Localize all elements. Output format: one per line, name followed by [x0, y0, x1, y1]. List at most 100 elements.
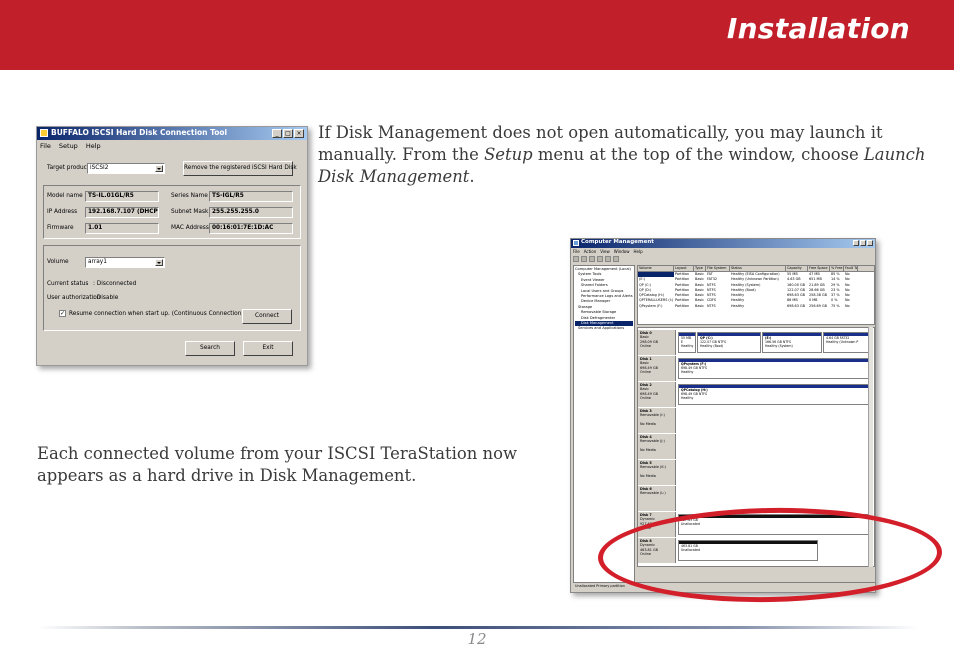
cell: NTFS — [707, 303, 716, 308]
target-product-select[interactable]: iSCSI2 — [87, 163, 165, 174]
cell: No — [845, 303, 850, 308]
disk-state: Online — [640, 370, 651, 375]
disk-state: No Media — [640, 474, 656, 479]
chevron-down-icon[interactable] — [155, 165, 163, 172]
dm-title-bar: Computer Management — [571, 239, 875, 248]
partition[interactable]: 4.64 GB FAT32 Healthy (Unknown P — [823, 332, 869, 353]
col-capacity[interactable]: Capacity — [786, 266, 808, 271]
close-icon[interactable] — [867, 240, 873, 246]
col-fault-tolerance[interactable]: Fault To — [844, 266, 858, 271]
col-status[interactable]: Status — [730, 266, 786, 271]
dm-menu-view[interactable]: View — [600, 249, 610, 254]
maximize-icon[interactable] — [860, 240, 866, 246]
dm-menu-file[interactable]: File — [573, 249, 580, 254]
instruction-paragraph: If Disk Management does not open automat… — [318, 122, 928, 188]
model-name-value: TS-IL.01GL/R5 — [85, 191, 159, 202]
disk-row-4[interactable]: Disk 4 Removable (J:) No Media — [638, 434, 870, 459]
page-number: 12 — [467, 630, 487, 648]
forward-icon[interactable] — [581, 256, 587, 262]
maximize-icon[interactable]: □ — [283, 129, 293, 138]
menu-setup[interactable]: Setup — [59, 142, 78, 150]
disk-row-5[interactable]: Disk 5 Removable (K:) No Media — [638, 460, 870, 485]
dm-menu-help[interactable]: Help — [634, 249, 643, 254]
disk-row-3[interactable]: Disk 3 Removable (I:) No Media — [638, 408, 870, 433]
up-icon[interactable] — [589, 256, 595, 262]
col-layout[interactable]: Layout — [674, 266, 694, 271]
firmware-value: 1.01 — [85, 223, 159, 234]
disk-state: Online — [640, 344, 651, 349]
menu-file[interactable]: File — [40, 142, 51, 150]
disk-type: Removable (K:) — [640, 465, 667, 470]
partition[interactable]: QPCatalog (H:) 698.49 GB NTFS Healthy — [678, 384, 869, 405]
partition[interactable]: 55 MB E Healthy — [678, 332, 696, 353]
properties-icon[interactable] — [597, 256, 603, 262]
ip-address-label: IP Address — [47, 209, 78, 215]
search-button[interactable]: Search — [185, 341, 235, 356]
cell: 75 % — [831, 303, 840, 308]
dm-menu-window[interactable]: Window — [614, 249, 630, 254]
partition[interactable]: QPsystem (F:) 698.49 GB NTFS Healthy — [678, 358, 869, 379]
dm-menubar: File Action View Window Help — [573, 249, 643, 254]
col-type[interactable]: Type — [694, 266, 706, 271]
dm-title: Computer Management — [581, 239, 654, 245]
subnet-mask-label: Subnet Mask — [171, 209, 209, 215]
buffalo-app-icon — [40, 129, 48, 137]
disk-label: Disk 5 Removable (K:) No Media — [638, 460, 676, 485]
back-icon[interactable] — [573, 256, 579, 262]
disk-row-6[interactable]: Disk 6 Removable (L:) — [638, 486, 870, 511]
disk-label: Disk 1 Basic 698.49 GB Online — [638, 356, 676, 381]
resume-connection-checkbox[interactable]: ✓ — [59, 310, 66, 317]
volume-value: array1 — [88, 259, 107, 265]
volume-paragraph: Each connected volume from your ISCSI Te… — [37, 444, 517, 485]
disk-label: Disk 6 Removable (L:) — [638, 486, 676, 511]
setup-menu-reference: Setup — [484, 145, 533, 164]
target-product-label: Target product — [47, 165, 90, 171]
partition[interactable]: QP (C:) 122.07 GB NTFS Healthy (Boot) — [697, 332, 761, 353]
col-volume[interactable]: Volume — [638, 266, 674, 271]
current-status-value: : Disconnected — [93, 281, 137, 287]
disk-type: Removable (I:) — [640, 413, 665, 418]
disk-row-1[interactable]: Disk 1 Basic 698.49 GB Online QPsystem (F:)… — [638, 356, 870, 381]
disk-row-2[interactable]: Disk 2 Basic 698.49 GB Online QPCatalog (H:… — [638, 382, 870, 407]
part-status: Healthy — [681, 370, 694, 374]
minimize-icon[interactable]: _ — [272, 129, 282, 138]
disk-size: 698.49 GB — [640, 391, 658, 396]
connect-button[interactable]: Connect — [242, 309, 292, 324]
volume-label: Volume — [47, 259, 69, 265]
tree-item[interactable]: Services and Applications — [575, 326, 633, 331]
help-icon[interactable] — [605, 256, 611, 262]
disk-row-0[interactable]: Disk 0 Basic 298.09 GB Online 55 MB E Health… — [638, 330, 870, 355]
chevron-down-icon[interactable] — [155, 259, 163, 266]
exit-button[interactable]: Exit — [243, 341, 293, 356]
disk-state: No Media — [640, 422, 656, 427]
part-status: Healthy (Unknown P — [826, 340, 859, 344]
volume-select[interactable]: array1 — [85, 257, 165, 268]
dialog-title-bar: BUFFALO ISCSI Hard Disk Connection Tool … — [37, 127, 307, 140]
firmware-label: Firmware — [47, 225, 74, 231]
cell: QPsystem (F:) — [639, 303, 663, 308]
mac-address-value: 00:16:01:7E:1D:AC — [209, 223, 293, 234]
close-icon[interactable]: × — [294, 129, 304, 138]
series-name-value: TS-IGL/R5 — [209, 191, 293, 202]
model-name-label: Model name — [47, 193, 83, 199]
disk-type: Basic — [640, 361, 649, 366]
dm-menu-action[interactable]: Action — [584, 249, 597, 254]
remove-registered-disk-button[interactable]: Remove the registered iSCSI Hard Disk — [183, 161, 297, 176]
cell: Healthy — [731, 303, 745, 308]
part-status: Healthy — [681, 396, 694, 400]
table-row[interactable]: QPsystem (F:) Partition Basic NTFS Healthy 69… — [638, 304, 874, 309]
menu-help[interactable]: Help — [86, 142, 101, 150]
col-percent-free[interactable]: % Free — [830, 266, 844, 271]
cell: Basic — [695, 303, 704, 308]
refresh-icon[interactable] — [613, 256, 619, 262]
partition[interactable]: (E:) 166.56 GB NTFS Healthy (System) — [762, 332, 822, 353]
page-title: Installation — [726, 12, 910, 45]
disk-label: Disk 0 Basic 298.09 GB Online — [638, 330, 676, 355]
col-free-space[interactable]: Free Space — [808, 266, 830, 271]
col-file-system[interactable]: File System — [706, 266, 730, 271]
iscsi-connection-dialog: BUFFALO ISCSI Hard Disk Connection Tool … — [36, 126, 308, 366]
minimize-icon[interactable] — [853, 240, 859, 246]
dialog-menubar: File Setup Help — [40, 142, 101, 150]
disk-type: Removable (L:) — [640, 491, 666, 496]
footer-rule — [38, 626, 918, 629]
